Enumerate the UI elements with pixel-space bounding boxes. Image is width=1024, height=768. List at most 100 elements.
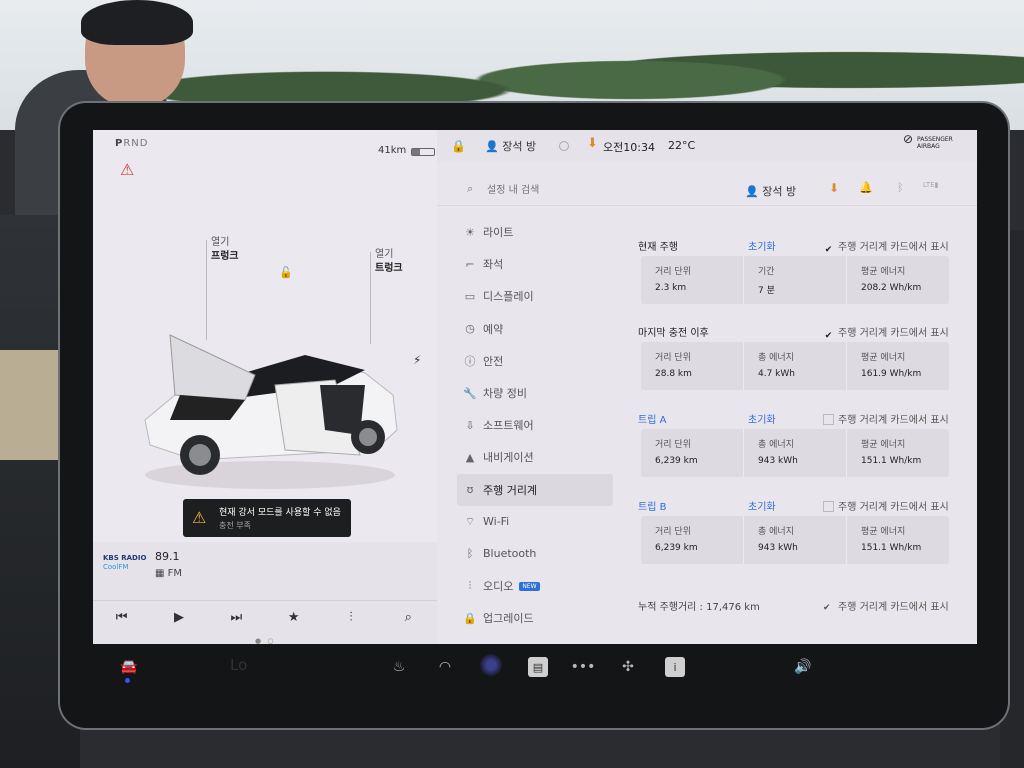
menu-item[interactable]: ⌔ Wi-Fi bbox=[457, 506, 613, 538]
seatbelt-warning-icon: ⚠ bbox=[120, 160, 135, 179]
play-button[interactable]: ▶ bbox=[159, 603, 199, 633]
stat-column: 거리 단위 28.8 km bbox=[641, 342, 744, 390]
lo-label[interactable]: Lo bbox=[230, 656, 247, 674]
stat-column: 기간 7 분 bbox=[744, 256, 847, 304]
fan-icon[interactable]: ✣ bbox=[615, 654, 641, 680]
info-app-icon[interactable]: i bbox=[665, 657, 685, 677]
driver-profile[interactable]: 👤 장석 방 bbox=[485, 138, 536, 154]
trunk-callout[interactable]: 열기 트렁크 bbox=[375, 248, 403, 276]
lock-icon[interactable]: 🔒 bbox=[451, 139, 466, 153]
menu-item-label: 라이트 bbox=[483, 226, 514, 240]
show-on-card-checkbox[interactable]: ✔ 주행 거리계 카드에서 표시 bbox=[823, 324, 949, 342]
menu-item[interactable]: ◷ 예약 bbox=[457, 313, 613, 345]
menu-item-label: Wi-Fi bbox=[483, 515, 510, 529]
menu-item[interactable]: ▲ 내비게이션 bbox=[457, 441, 613, 473]
warning-icon: ⚠ bbox=[192, 508, 207, 527]
equalizer-icon[interactable]: ⫶ bbox=[331, 603, 371, 633]
light-icon: ☀ bbox=[465, 225, 475, 239]
status-bar: 🔒 👤 장석 방 ⬇ 오전10:34 22°C ⊘ PASSENGER AIRBA… bbox=[437, 130, 977, 162]
menu-item-label: 소프트웨어 bbox=[483, 419, 534, 433]
menu-item[interactable]: ⌐ 좌석 bbox=[457, 248, 613, 280]
stat-label: 총 에너지 bbox=[758, 440, 794, 450]
trunk-action: 열기 bbox=[375, 249, 394, 260]
menu-item[interactable]: ʊ 주행 거리계 bbox=[457, 473, 613, 506]
bluetooth-icon[interactable]: ᛒ bbox=[897, 181, 904, 194]
stats-card: 거리 단위 6,239 km 총 에너지 943 kWh 평균 에너지 151.1 Wh/… bbox=[641, 429, 949, 477]
stat-label: 평균 에너지 bbox=[861, 267, 906, 277]
stat-column: 총 에너지 943 kWh bbox=[744, 516, 847, 564]
menu-item[interactable]: ▭ 디스플레이 bbox=[457, 280, 613, 312]
gear-indicator: PRND bbox=[115, 138, 149, 149]
sentry-icon[interactable] bbox=[559, 141, 569, 151]
menu-item-label: 안전 bbox=[483, 354, 504, 368]
menu-item[interactable]: ⓘ 안전 bbox=[457, 345, 613, 377]
stat-label: 평균 에너지 bbox=[861, 527, 906, 537]
trunk-label: 트렁크 bbox=[375, 263, 403, 274]
download-icon[interactable]: ⬇ bbox=[587, 136, 598, 151]
search-media-icon[interactable]: ⌕ bbox=[388, 603, 428, 633]
wifi-icon: ⌔ bbox=[464, 514, 476, 528]
volume-icon[interactable]: 🔊 bbox=[790, 654, 816, 680]
menu-item[interactable]: ☀ 라이트 bbox=[457, 216, 613, 248]
menu-item-label: 오디오 bbox=[483, 580, 514, 594]
front-defrost-icon[interactable]: ◠ bbox=[432, 654, 458, 680]
menu-item[interactable]: ᛒ Bluetooth bbox=[457, 538, 613, 570]
navigation-icon: ▲ bbox=[465, 450, 475, 464]
stat-label: 총 에너지 bbox=[758, 353, 794, 363]
download-icon: ⇩ bbox=[465, 418, 475, 432]
favorite-star-icon[interactable]: ★ bbox=[274, 603, 314, 633]
next-track-button[interactable]: ⏭ bbox=[216, 603, 256, 633]
menu-item[interactable]: 🔧 차량 정비 bbox=[457, 377, 613, 409]
download-icon[interactable]: ⬇ bbox=[829, 181, 839, 195]
stat-value: 161.9 Wh/km bbox=[861, 369, 922, 379]
menu-item-label: 디스플레이 bbox=[483, 290, 534, 304]
trip-icon: ʊ bbox=[466, 483, 474, 497]
stats-card: 거리 단위 28.8 km 총 에너지 4.7 kWh 평균 에너지 161.9 Wh/k… bbox=[641, 342, 949, 390]
airbag-icon: ⊘ bbox=[903, 132, 914, 146]
station-frequency: 89.1 bbox=[155, 550, 180, 563]
bottom-dock: 🚘 Lo ♨ ◠ ▤ ••• ✣ i 🔊 bbox=[90, 648, 980, 694]
frunk-callout[interactable]: 열기 프렁크 bbox=[211, 236, 239, 264]
show-on-card-checkbox[interactable]: ✔ 주행 거리계 카드에서 표시 bbox=[823, 598, 949, 613]
section-title: 트립 A bbox=[638, 415, 667, 426]
camera-app-icon[interactable] bbox=[480, 654, 502, 676]
upgrade-icon: 🔒 bbox=[463, 611, 477, 625]
checkmark-icon: ✔ bbox=[824, 245, 833, 255]
stat-column: 거리 단위 6,239 km bbox=[641, 516, 744, 564]
show-on-card-checkbox[interactable]: 주행 거리계 카드에서 표시 bbox=[823, 498, 949, 513]
reset-button[interactable]: 초기화 bbox=[748, 238, 776, 253]
bell-icon[interactable]: 🔔 bbox=[859, 181, 873, 194]
stat-column: 평균 에너지 151.1 Wh/km bbox=[847, 516, 949, 564]
toybox-app-icon[interactable]: ▤ bbox=[528, 657, 548, 677]
menu-item-label: 예약 bbox=[483, 322, 504, 336]
menu-item[interactable]: 🔒 업그레이드 bbox=[457, 602, 613, 634]
audio-icon: ⫶ bbox=[468, 579, 472, 593]
reset-button[interactable]: 초기화 bbox=[748, 411, 776, 426]
stat-value: 7 분 bbox=[758, 286, 775, 296]
unlock-icon[interactable]: 🔓 bbox=[279, 266, 293, 279]
menu-item-label: 내비게이션 bbox=[483, 451, 534, 465]
menu-item[interactable]: ⫶ 오디오 NEW bbox=[457, 570, 613, 602]
charge-port-icon[interactable]: ⚡ bbox=[413, 353, 421, 367]
stats-card: 거리 단위 6,239 km 총 에너지 943 kWh 평균 에너지 151.1 Wh/… bbox=[641, 516, 949, 564]
stat-value: 4.7 kWh bbox=[758, 369, 795, 379]
menu-item[interactable]: ⇩ 소프트웨어 bbox=[457, 409, 613, 441]
section-title: 마지막 충전 이후 bbox=[638, 328, 709, 339]
stat-label: 거리 단위 bbox=[655, 440, 691, 450]
alert-subtitle: 충전 부족 bbox=[219, 521, 251, 530]
station-band: ▦ FM bbox=[155, 568, 183, 579]
media-player: KBS RADIO CoolFM 89.1 ▦ FM ⏮ ▶ ⏭ ★ ⫶ ⌕ ●… bbox=[93, 542, 437, 644]
stat-value: 151.1 Wh/km bbox=[861, 456, 922, 466]
settings-search-input[interactable] bbox=[487, 182, 657, 198]
settings-profile[interactable]: 👤 장석 방 bbox=[745, 183, 796, 199]
show-on-card-checkbox[interactable]: 주행 거리계 카드에서 표시 bbox=[823, 411, 949, 426]
previous-track-button[interactable]: ⏮ bbox=[102, 603, 142, 633]
station-logo: KBS RADIO CoolFM bbox=[103, 554, 147, 571]
stat-label: 기간 bbox=[758, 267, 775, 277]
battery-icon bbox=[411, 148, 435, 156]
reset-button[interactable]: 초기화 bbox=[748, 498, 776, 513]
show-on-card-checkbox[interactable]: ✔ 주행 거리계 카드에서 표시 bbox=[823, 238, 949, 256]
more-apps-icon[interactable]: ••• bbox=[570, 654, 596, 680]
rear-defrost-icon[interactable]: ♨ bbox=[386, 654, 412, 680]
car-icon[interactable]: 🚘 bbox=[116, 654, 142, 680]
